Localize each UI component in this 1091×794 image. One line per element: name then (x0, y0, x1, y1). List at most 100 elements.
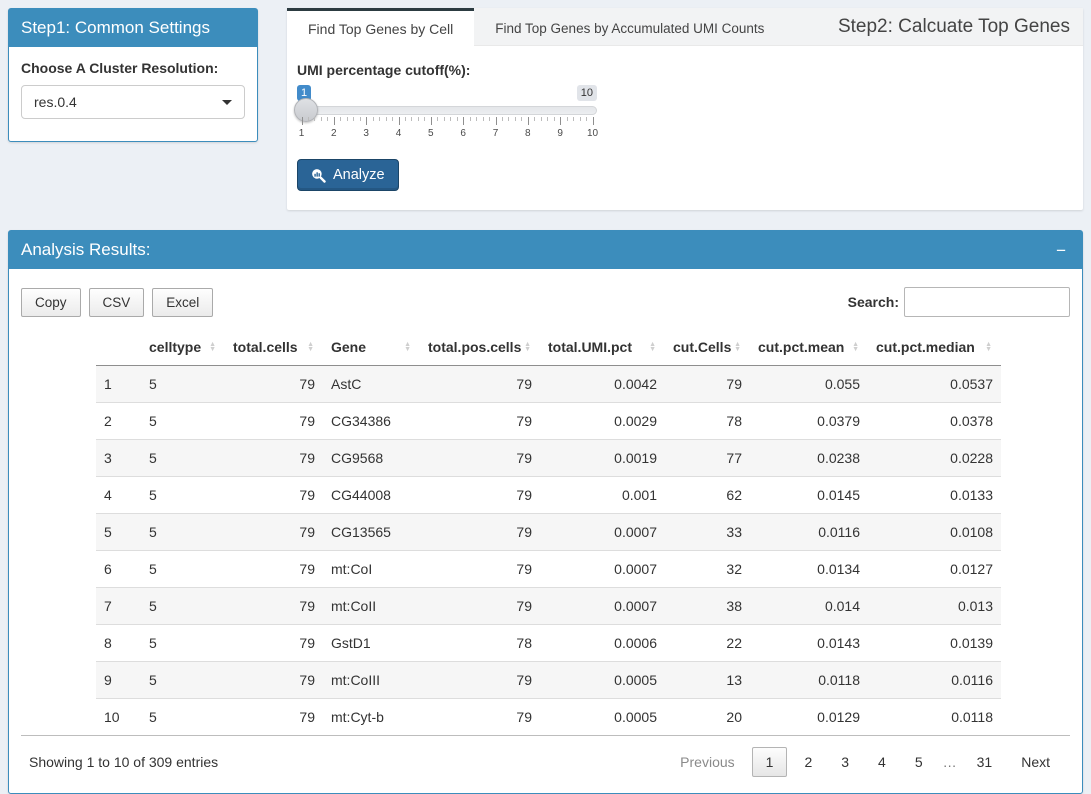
umi-cutoff-slider: 1 10 12345678910 (297, 85, 597, 143)
table-cell: 10 (96, 699, 141, 736)
table-row: 4579CG44008790.001620.01450.0133 (96, 477, 1001, 514)
table-cell: mt:Cyt-b (323, 699, 420, 736)
tab-find-top-genes-by-cell[interactable]: Find Top Genes by Cell (287, 8, 474, 46)
slider-tick (334, 117, 335, 125)
table-cell: 0.0127 (868, 551, 1001, 588)
table-cell: 79 (420, 366, 540, 403)
table-cell: 7 (96, 588, 141, 625)
slider-minor-tick (515, 117, 516, 121)
next-page-button[interactable]: Next (1009, 747, 1062, 777)
slider-tick-label: 1 (299, 128, 305, 139)
table-cell: 79 (225, 625, 323, 662)
table-cell: 0.0005 (540, 699, 665, 736)
analysis-results-box: Analysis Results: − Copy CSV Excel Searc… (8, 230, 1083, 794)
table-cell: 0.0133 (868, 477, 1001, 514)
slider-tick-label: 6 (460, 128, 466, 139)
table-cell: 0.0007 (540, 588, 665, 625)
table-cell: mt:CoI (323, 551, 420, 588)
table-cell: 0.0118 (868, 699, 1001, 736)
table-cell: 0.0006 (540, 625, 665, 662)
analyze-button[interactable]: Analyze (297, 159, 399, 191)
table-cell: 0.0108 (868, 514, 1001, 551)
table-cell: 5 (141, 366, 225, 403)
collapse-minus-icon[interactable]: − (1052, 242, 1070, 259)
table-cell: 79 (225, 588, 323, 625)
table-cell: 0.0005 (540, 662, 665, 699)
page-button-4[interactable]: 4 (866, 747, 898, 777)
table-cell: 5 (141, 551, 225, 588)
table-cell: 77 (665, 440, 750, 477)
page-button-31[interactable]: 31 (965, 747, 1005, 777)
table-cell: 5 (141, 477, 225, 514)
table-cell: 3 (96, 440, 141, 477)
table-cell: 0.0238 (750, 440, 868, 477)
search-input[interactable] (904, 287, 1070, 317)
page-button-5[interactable]: 5 (903, 747, 935, 777)
sort-icon (649, 342, 656, 352)
column-header-celltype[interactable]: celltype (141, 329, 225, 366)
table-cell: 5 (141, 403, 225, 440)
pagination: Previous 1 2 3 4 5 … 31 Next (668, 747, 1062, 777)
table-cell: 1 (96, 366, 141, 403)
table-cell: 0.0129 (750, 699, 868, 736)
column-header-total-cells[interactable]: total.cells (225, 329, 323, 366)
table-cell: CG44008 (323, 477, 420, 514)
column-header-cut-pct-mean[interactable]: cut.pct.mean (750, 329, 868, 366)
table-cell: mt:CoII (323, 588, 420, 625)
table-cell: 79 (225, 514, 323, 551)
datatable-toolbar: Copy CSV Excel Search: (21, 287, 1070, 317)
table-cell: 0.0116 (750, 514, 868, 551)
table-cell: 5 (141, 440, 225, 477)
slider-minor-tick (586, 117, 587, 121)
cluster-resolution-select[interactable]: res.0.4 (21, 85, 245, 119)
table-row: 9579mt:CoIII790.0005130.01180.0116 (96, 662, 1001, 699)
previous-page-button[interactable]: Previous (668, 747, 746, 777)
table-cell: 5 (141, 588, 225, 625)
page-button-1[interactable]: 1 (752, 747, 788, 777)
slider-track[interactable] (297, 106, 597, 115)
table-cell: 0.0007 (540, 551, 665, 588)
table-cell: 2 (96, 403, 141, 440)
column-header-total-pos-cells[interactable]: total.pos.cells (420, 329, 540, 366)
table-cell: 79 (420, 662, 540, 699)
cluster-resolution-value: res.0.4 (34, 94, 77, 110)
csv-button[interactable]: CSV (89, 288, 145, 317)
table-cell: 0.0042 (540, 366, 665, 403)
step1-common-settings-box: Step1: Common Settings Choose A Cluster … (8, 8, 258, 142)
table-cell: 0.0118 (750, 662, 868, 699)
page-button-3[interactable]: 3 (829, 747, 861, 777)
table-row: 2579CG34386790.0029780.03790.0378 (96, 403, 1001, 440)
column-header-cut-pct-median[interactable]: cut.pct.median (868, 329, 1001, 366)
tab-find-top-genes-by-umi-counts[interactable]: Find Top Genes by Accumulated UMI Counts (474, 8, 785, 45)
sort-icon (734, 342, 741, 352)
top-row: Step1: Common Settings Choose A Cluster … (0, 0, 1091, 210)
slider-minor-tick (405, 117, 406, 121)
page-button-2[interactable]: 2 (792, 747, 824, 777)
table-cell: 9 (96, 662, 141, 699)
copy-button[interactable]: Copy (21, 288, 81, 317)
slider-tick-label: 4 (396, 128, 402, 139)
table-cell: 0.0537 (868, 366, 1001, 403)
slider-tick (463, 117, 464, 125)
table-cell: 6 (96, 551, 141, 588)
sort-icon (524, 342, 531, 352)
table-cell: mt:CoIII (323, 662, 420, 699)
table-cell: 79 (420, 699, 540, 736)
slider-tick (560, 117, 561, 125)
step2-tabbox: Find Top Genes by Cell Find Top Genes by… (287, 8, 1083, 210)
excel-button[interactable]: Excel (152, 288, 213, 317)
slider-tick (399, 117, 400, 125)
slider-tick-label: 5 (428, 128, 434, 139)
step1-box-body: Choose A Cluster Resolution: res.0.4 (9, 47, 257, 141)
table-cell: 0.0378 (868, 403, 1001, 440)
column-header-gene[interactable]: Gene (323, 329, 420, 366)
table-cell: 62 (665, 477, 750, 514)
slider-tick (431, 117, 432, 125)
slider-tick-label: 2 (331, 128, 337, 139)
slider-minor-tick (386, 117, 387, 121)
table-row: 10579mt:Cyt-b790.0005200.01290.0118 (96, 699, 1001, 736)
column-header-cut-cells[interactable]: cut.Cells (665, 329, 750, 366)
table-cell: 79 (420, 403, 540, 440)
sort-icon (404, 342, 411, 352)
column-header-total-umi-pct[interactable]: total.UMI.pct (540, 329, 665, 366)
